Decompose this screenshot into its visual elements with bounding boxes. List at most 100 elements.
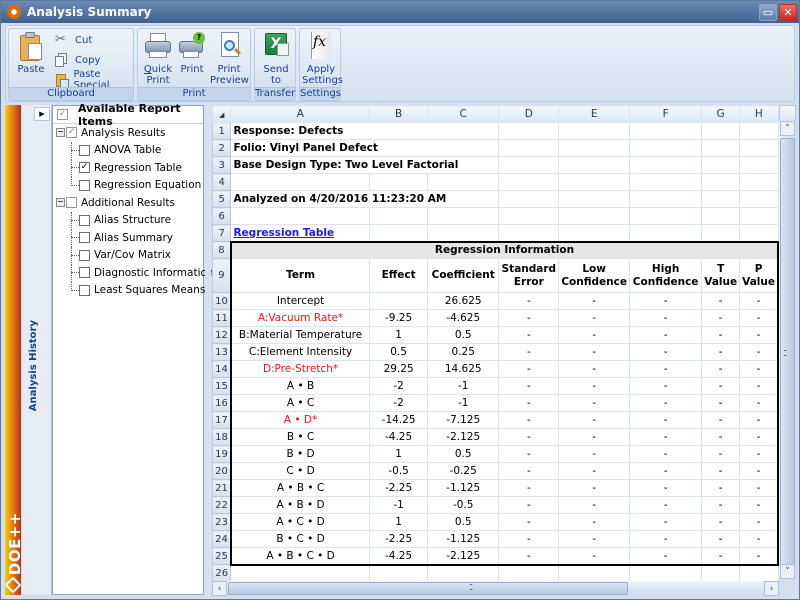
value-cell[interactable]: -: [701, 394, 741, 412]
row-header[interactable]: 10: [212, 292, 232, 310]
scroll-right-icon[interactable]: ›: [764, 581, 779, 596]
value-cell[interactable]: -: [498, 394, 560, 412]
value-cell[interactable]: -: [558, 394, 630, 412]
cell[interactable]: [628, 190, 703, 208]
value-cell[interactable]: -: [558, 377, 630, 395]
term-cell[interactable]: A • D*: [229, 411, 371, 429]
cell[interactable]: [558, 190, 630, 208]
row-header[interactable]: 14: [212, 360, 232, 378]
term-cell[interactable]: A • B: [229, 377, 371, 395]
value-cell[interactable]: -: [739, 530, 779, 548]
term-cell[interactable]: A • B • C: [229, 479, 371, 497]
pane-splitter[interactable]: [205, 105, 211, 595]
value-cell[interactable]: -2: [369, 394, 429, 412]
value-cell[interactable]: -: [498, 292, 560, 310]
term-cell[interactable]: A • C • D: [229, 513, 371, 531]
cell[interactable]: [230, 564, 371, 581]
value-cell[interactable]: -7.125: [427, 411, 500, 429]
cell[interactable]: [628, 173, 703, 191]
cell[interactable]: [739, 139, 779, 157]
value-cell[interactable]: -: [628, 326, 703, 344]
tree-item[interactable]: Least Squares Means: [53, 281, 205, 300]
checkbox-checked-icon[interactable]: ✓: [66, 127, 77, 139]
cell-text[interactable]: Response: Defects: [230, 122, 500, 140]
value-cell[interactable]: -: [739, 411, 779, 429]
horizontal-scroll-thumb[interactable]: ⁚⁚: [228, 582, 628, 595]
row-header[interactable]: 1: [212, 122, 232, 140]
select-all-corner[interactable]: ◢: [212, 105, 232, 123]
row-header[interactable]: 12: [212, 326, 232, 344]
value-cell[interactable]: -: [498, 462, 560, 480]
cell[interactable]: [558, 224, 630, 242]
value-cell[interactable]: -: [628, 513, 703, 531]
row-header[interactable]: 4: [212, 173, 232, 191]
value-cell[interactable]: -1: [427, 377, 500, 395]
cell[interactable]: [498, 173, 560, 191]
value-cell[interactable]: [369, 292, 429, 310]
cell[interactable]: [498, 190, 560, 208]
value-cell[interactable]: 0.5: [369, 343, 429, 361]
collapse-icon[interactable]: −: [56, 198, 65, 208]
value-cell[interactable]: -2.125: [427, 547, 500, 566]
cell[interactable]: [558, 139, 630, 157]
value-cell[interactable]: -0.5: [369, 462, 429, 480]
cell[interactable]: [558, 173, 630, 191]
cell[interactable]: [230, 207, 371, 225]
value-cell[interactable]: -: [739, 445, 779, 463]
value-cell[interactable]: 29.25: [369, 360, 429, 378]
value-cell[interactable]: -: [498, 326, 560, 344]
tree-item[interactable]: ANOVA Table: [53, 141, 203, 160]
collapse-icon[interactable]: −: [56, 128, 65, 138]
row-header[interactable]: 17: [212, 411, 232, 429]
row-header[interactable]: 9: [212, 258, 232, 293]
cell[interactable]: [628, 564, 703, 581]
print-button[interactable]: ? Print: [176, 31, 208, 75]
value-cell[interactable]: -1.125: [427, 530, 500, 548]
copy-button[interactable]: Copy: [55, 51, 100, 69]
tree-item[interactable]: Diagnostic Information: [53, 264, 214, 282]
column-header[interactable]: H: [739, 105, 779, 123]
tree-item[interactable]: Alias Summary: [53, 229, 203, 247]
cell[interactable]: [498, 224, 560, 242]
value-cell[interactable]: -: [628, 530, 703, 548]
term-cell[interactable]: D:Pre-Stretch*: [229, 360, 371, 378]
value-cell[interactable]: -: [628, 360, 703, 378]
cell[interactable]: [701, 224, 741, 242]
term-cell[interactable]: B • C: [229, 428, 371, 446]
value-cell[interactable]: -4.25: [369, 428, 429, 446]
term-cell[interactable]: B:Material Temperature: [229, 326, 371, 344]
value-cell[interactable]: -: [701, 292, 741, 310]
row-header[interactable]: 11: [212, 309, 232, 327]
cell[interactable]: [628, 207, 703, 225]
checkbox-unchecked-icon[interactable]: [79, 214, 90, 226]
row-header[interactable]: 20: [212, 462, 232, 480]
window-restore-icon[interactable]: ▭: [759, 3, 777, 21]
value-cell[interactable]: -: [701, 513, 741, 531]
term-cell[interactable]: C:Element Intensity: [229, 343, 371, 361]
value-cell[interactable]: -: [498, 479, 560, 497]
checkbox-checked-icon[interactable]: ✓: [79, 162, 90, 174]
value-cell[interactable]: -: [701, 377, 741, 395]
row-header[interactable]: 15: [212, 377, 232, 395]
value-cell[interactable]: -: [701, 462, 741, 480]
value-cell[interactable]: -: [739, 428, 779, 446]
cell[interactable]: [701, 156, 741, 174]
cell-text[interactable]: Base Design Type: Two Level Factorial: [230, 156, 500, 174]
row-header[interactable]: 26: [212, 564, 232, 581]
column-header[interactable]: A: [230, 105, 371, 123]
cell[interactable]: [369, 564, 429, 581]
cell[interactable]: [739, 173, 779, 191]
cell[interactable]: [427, 173, 500, 191]
row-header[interactable]: 16: [212, 394, 232, 412]
value-cell[interactable]: 14.625: [427, 360, 500, 378]
value-cell[interactable]: -: [498, 530, 560, 548]
tree-item[interactable]: − Additional Results: [53, 194, 203, 212]
tree-header[interactable]: ✓ Available Report Items: [53, 102, 203, 128]
checkbox-unchecked-icon[interactable]: [79, 267, 90, 279]
cell[interactable]: [369, 224, 429, 242]
term-cell[interactable]: C • D: [229, 462, 371, 480]
value-cell[interactable]: -: [498, 360, 560, 378]
value-cell[interactable]: -: [701, 530, 741, 548]
term-cell[interactable]: A • C: [229, 394, 371, 412]
row-header[interactable]: 5: [212, 190, 232, 208]
